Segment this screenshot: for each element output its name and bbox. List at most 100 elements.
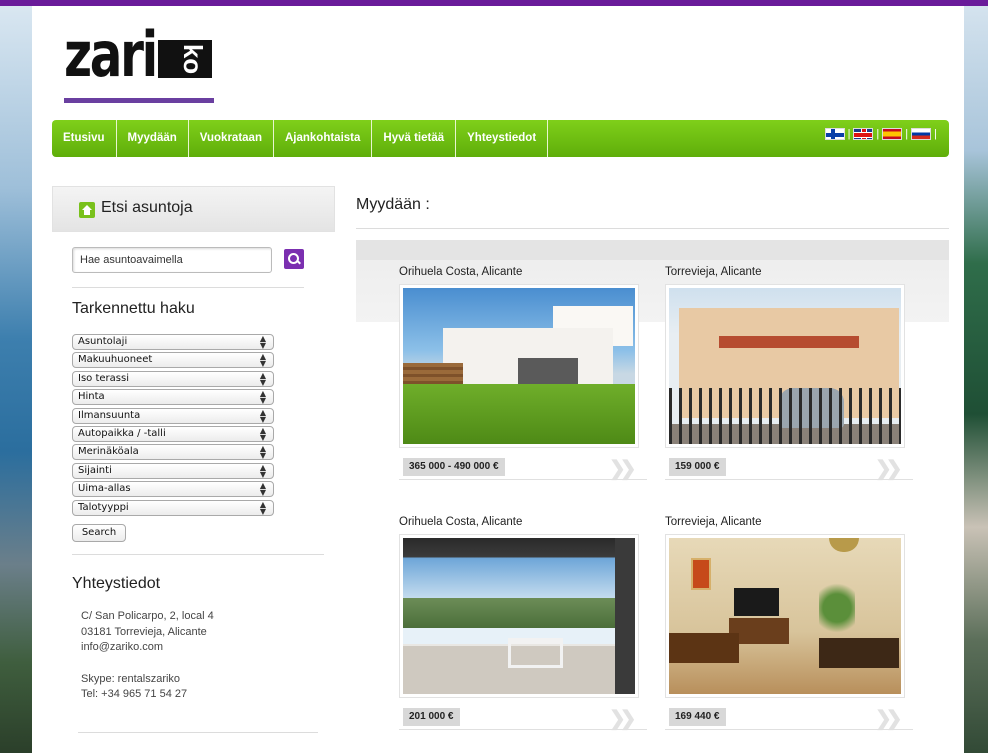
table-shape — [508, 638, 563, 668]
listing-card[interactable]: Torrevieja, Alicante 169 440 € ❯❯ — [665, 516, 913, 736]
filter-select-iso-terassi[interactable]: Iso terassi ▲ ▼ — [72, 370, 274, 387]
select-arrows-icon: ▲ ▼ — [259, 462, 266, 479]
listing-photo[interactable] — [399, 284, 639, 448]
listing-price-row: 365 000 - 490 000 € ❯❯ — [399, 456, 647, 486]
filter-select-asuntolaji[interactable]: Asuntolaji ▲ ▼ — [72, 334, 274, 350]
filter-select-hinta[interactable]: Hinta ▲ ▼ — [72, 389, 274, 406]
main-navigation: Etusivu Myydään Vuokrataan Ajankohtaista… — [52, 120, 949, 157]
select-arrows-icon: ▲ ▼ — [259, 444, 266, 461]
nav-hyva-tietaa[interactable]: Hyvä tietää — [372, 120, 457, 157]
finnish-flag-icon[interactable] — [824, 128, 845, 140]
title-divider — [356, 228, 949, 229]
gate-shape — [669, 388, 901, 444]
language-switcher: | | | | — [824, 128, 937, 140]
property-key-search-input[interactable] — [72, 247, 272, 273]
property-image — [669, 538, 901, 694]
listing-photo[interactable] — [399, 534, 639, 698]
listing-card[interactable]: Torrevieja, Alicante 159 000 € ❯❯ — [665, 266, 913, 486]
russian-flag-icon[interactable] — [911, 128, 932, 140]
listing-price: 201 000 € — [403, 708, 460, 726]
painting-shape — [691, 558, 711, 590]
card-divider — [399, 729, 647, 730]
nav-vuokrataan[interactable]: Vuokrataan — [189, 120, 274, 157]
tv-shape — [734, 588, 779, 616]
site-logo[interactable]: zari ko — [64, 24, 214, 104]
filter-label: Asuntolaji — [78, 336, 128, 347]
divider — [72, 287, 304, 288]
double-chevron-right-icon[interactable]: ❯❯ — [609, 706, 636, 731]
select-arrows-icon: ▲ ▼ — [259, 407, 266, 424]
select-arrows-icon: ▲ ▼ — [259, 352, 266, 369]
select-arrows-icon: ▲ ▼ — [259, 499, 266, 516]
contact-title: Yhteystiedot — [72, 575, 161, 592]
nav-etusivu[interactable]: Etusivu — [52, 120, 117, 157]
lamp-shape — [829, 538, 859, 552]
filter-label: Uima-allas — [78, 483, 131, 495]
flag-separator: | — [876, 128, 880, 140]
card-divider — [665, 479, 913, 480]
select-arrows-icon: ▲ ▼ — [259, 425, 266, 442]
listing-price-row: 201 000 € ❯❯ — [399, 706, 647, 736]
property-image — [403, 288, 635, 444]
lawn-shape — [403, 384, 635, 444]
filter-select-uima-allas[interactable]: Uima-allas ▲ ▼ — [72, 481, 274, 498]
page-title: Myydään : — [356, 196, 430, 213]
listing-photo[interactable] — [665, 534, 905, 698]
contact-city-line: 03181 Torrevieja, Alicante — [81, 625, 207, 638]
listing-price-row: 169 440 € ❯❯ — [665, 706, 913, 736]
page-container: zari ko Etusivu Myydään Vuokrataan Ajank… — [32, 6, 964, 753]
background-left — [0, 0, 32, 753]
wall-shape — [615, 538, 635, 694]
sidebar-title: Etsi asuntoja — [101, 199, 193, 216]
sidebar-header: Etsi asuntoja — [52, 186, 335, 232]
logo-text: zari — [64, 18, 158, 91]
listing-location[interactable]: Torrevieja, Alicante — [665, 266, 913, 284]
filter-label: Iso terassi — [78, 372, 129, 384]
double-chevron-right-icon[interactable]: ❯❯ — [875, 706, 902, 731]
search-button[interactable]: Search — [72, 524, 126, 542]
property-image — [403, 538, 635, 694]
filter-select-talotyyppi[interactable]: Talotyyppi ▲ ▼ — [72, 499, 274, 516]
filter-select-sijainti[interactable]: Sijainti ▲ ▼ — [72, 462, 274, 479]
flag-separator: | — [847, 128, 851, 140]
contact-skype: Skype: rentalszariko — [81, 672, 181, 685]
contact-phone: Tel: +34 965 71 54 27 — [81, 688, 188, 700]
roof-shape — [719, 336, 859, 348]
listing-location[interactable]: Orihuela Costa, Alicante — [399, 516, 647, 534]
filter-label: Talotyyppi — [78, 501, 129, 513]
contact-details: C/ San Policarpo, 2, local 4 03181 Torre… — [81, 609, 214, 703]
divider — [78, 732, 318, 733]
filter-label: Makuuhuoneet — [78, 354, 153, 366]
nav-ajankohtaista[interactable]: Ajankohtaista — [274, 120, 373, 157]
contact-spacer — [81, 656, 214, 672]
listing-location[interactable]: Orihuela Costa, Alicante — [399, 266, 647, 284]
filter-label: Sijainti — [78, 464, 112, 476]
search-icon[interactable] — [284, 249, 304, 269]
nav-yhteystiedot[interactable]: Yhteystiedot — [456, 120, 549, 157]
spanish-flag-icon[interactable] — [882, 128, 903, 140]
contact-email[interactable]: info@zariko.com — [81, 640, 214, 656]
filter-list: Asuntolaji ▲ ▼ Makuuhuoneet ▲ ▼ Iso terassi ▲… — [72, 334, 274, 518]
nav-myydaan[interactable]: Myydään — [117, 120, 189, 157]
listing-price-row: 159 000 € ❯❯ — [665, 456, 913, 486]
double-chevron-right-icon[interactable]: ❯❯ — [875, 456, 902, 481]
filter-label: Merinäköala — [78, 446, 139, 458]
english-flag-icon[interactable] — [853, 128, 874, 140]
double-chevron-right-icon[interactable]: ❯❯ — [609, 456, 636, 481]
filter-select-makuuhuoneet[interactable]: Makuuhuoneet ▲ ▼ — [72, 352, 274, 369]
hills-shape — [403, 598, 635, 628]
listing-card[interactable]: Orihuela Costa, Alicante 365 000 - 490 0… — [399, 266, 647, 486]
filter-select-autopaikka[interactable]: Autopaikka / -talli ▲ ▼ — [72, 425, 274, 442]
listing-price: 365 000 - 490 000 € — [403, 458, 505, 476]
listing-location[interactable]: Torrevieja, Alicante — [665, 516, 913, 534]
listing-photo[interactable] — [665, 284, 905, 448]
filter-select-merinakoala[interactable]: Merinäköala ▲ ▼ — [72, 444, 274, 461]
flag-separator: | — [934, 128, 937, 140]
background-right — [964, 0, 988, 753]
filter-select-ilmansuunta[interactable]: Ilmansuunta ▲ ▼ — [72, 407, 274, 424]
listing-price: 159 000 € — [669, 458, 726, 476]
listing-card[interactable]: Orihuela Costa, Alicante 201 000 € ❯❯ — [399, 516, 647, 736]
contact-address-line: C/ San Policarpo, 2, local 4 — [81, 610, 214, 622]
select-arrows-icon: ▲ ▼ — [259, 334, 266, 350]
plant-shape — [819, 578, 855, 638]
